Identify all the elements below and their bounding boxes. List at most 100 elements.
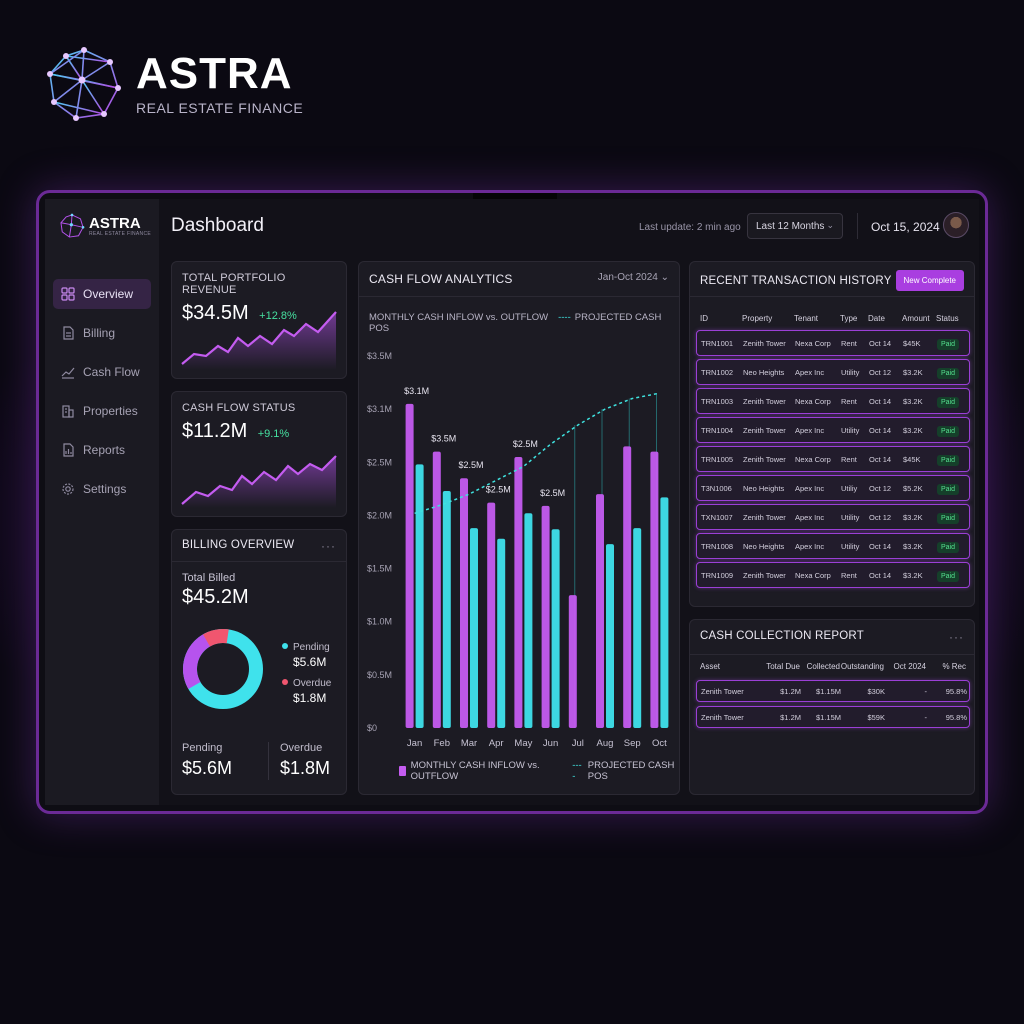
cell-tenant: Nexa Corp [795,338,831,348]
sidebar-item-billing[interactable]: Billing [53,318,151,348]
brand-name: ASTRA [136,49,293,98]
table-row[interactable]: TRN1003 Zenith Tower Nexa Corp Rent Oct 14 $3… [696,388,970,414]
cash-flow-sparkline [181,455,337,508]
cell-type: Utiliy [841,483,858,493]
bar-inflow [460,478,468,728]
dashed-line-icon: ---- [572,760,582,782]
cell-amount: $3.2K [903,512,923,522]
cash-flow-range-select[interactable]: Jan-Oct 2024 ⌄ [598,272,669,286]
overdue-footer-value: $1.8M [280,758,331,778]
kpi-card-cash-flow-status: CASH FLOW STATUS $11.2M +9.1% [171,391,347,517]
x-tick-label: Apr [489,738,504,749]
cell-status: Paid [937,512,967,524]
table-row[interactable]: TRN1005 Zenith Tower Nexa Corp Rent Oct 14 $4… [696,446,970,472]
cash-flow-header: CASH FLOW ANALYTICS Jan-Oct 2024 ⌄ [369,272,669,286]
cell-tenant: Apex Inc [795,367,825,377]
dashed-line-icon: ---- [558,312,571,323]
legend-pending-label: Pending [293,642,330,653]
cell-collected: $1.15M [815,712,841,722]
table-row[interactable]: TRN1009 Zenith Tower Nexa Corp Rent Oct 14 $3… [696,562,970,588]
date-range-value: Last 12 Months [756,220,825,232]
pending-footer-label: Pending [182,742,223,754]
date-range-select[interactable]: Last 12 Months ⌄ [747,213,843,239]
table-row[interactable]: TRN1004 Zenith Tower Apex Inc Utility Oct 14… [696,417,970,443]
x-tick-label: Sep [624,738,641,749]
footer-divider [268,742,269,780]
cell-status: Paid [937,570,967,582]
cell-id: TRN1009 [701,570,734,580]
cell-type: Utility [841,512,860,522]
bar-outflow [551,529,560,728]
more-options-icon[interactable]: ··· [321,539,336,553]
column-header-tenant[interactable]: Tenant [794,314,840,323]
cell-oct-2024: - [924,712,928,722]
legend-bar-swatch [399,766,406,776]
table-row[interactable]: TRN1002 Neo Heights Apex Inc Utility Oct 12 $… [696,359,970,385]
cell-date: Oct 14 [869,570,892,580]
column-header-id[interactable]: ID [700,314,742,323]
column-header-total-due[interactable]: Total Due [764,662,800,671]
overdue-footer-label: Overdue [280,742,323,754]
column-header-property[interactable]: Property [742,314,794,323]
table-row[interactable]: TXN1007 Zenith Tower Apex Inc Utility Oct 12… [696,504,970,530]
collection-table: Zenith Tower $1.2M $1.15M $30K -95.8% Zenith … [696,680,970,732]
bar-outflow [660,497,669,728]
status-badge: Paid [937,338,960,350]
bar-inflow [596,494,604,728]
cell-tenant: Nexa Corp [795,570,831,580]
bar-outflow [442,490,451,728]
sidebar-brand[interactable]: ASTRA REAL ESTATE FINANCE [45,199,159,239]
new-complete-button[interactable]: New Complete [895,270,964,291]
status-badge: Paid [937,454,960,466]
x-tick-label: Feb [434,738,450,749]
y-tick-label: $2.0M [367,510,392,520]
cell-type: Utility [841,425,860,435]
column-header-asset[interactable]: Asset [700,662,764,671]
collection-title: CASH COLLECTION REPORT [700,630,864,642]
table-row[interactable]: TRN1008 Neo Heights Apex Inc Utility Oct 14 $… [696,533,970,559]
table-row[interactable]: TRN1001 Zenith Tower Nexa Corp Rent Oct 14 $4… [696,330,970,356]
cell-status: Paid [937,454,967,466]
collection-header: CASH COLLECTION REPORT ··· [700,630,964,644]
y-tick-label: $0 [367,723,377,733]
cell-amount: $3.2K [903,570,923,580]
sidebar-item-reports[interactable]: Reports [53,435,151,465]
total-billed-value: $45.2M [182,586,249,608]
column-header-type[interactable]: Type [840,314,868,323]
cell-status: Paid [937,483,967,495]
column-header-oct-2024[interactable]: Oct 2024 [884,662,926,671]
cell-tenant: Apex Inc [795,425,825,435]
column-header-date[interactable]: Date [868,314,902,323]
cell-amount: $3.2K [903,425,923,435]
cell-date: Oct 14 [869,541,892,551]
cell-status: Paid [937,425,967,437]
cell-status: Paid [937,396,967,408]
network-globe-logo-icon [47,47,121,121]
bar-outflow [497,538,506,728]
status-badge: Paid [937,425,960,437]
sidebar-item-settings[interactable]: Settings [53,474,151,504]
sidebar-item-overview[interactable]: Overview [53,279,151,309]
table-row[interactable]: T3N1006 Neo Heights Apex Inc Utiliy Oct 12 $5… [696,475,970,501]
column-header-pct-rec[interactable]: % Rec [926,662,966,671]
column-header-amount[interactable]: Amount [902,314,936,323]
card-divider [690,654,974,655]
x-tick-label: Mar [461,738,477,749]
table-row[interactable]: Zenith Tower $1.2M $1.15M $59K - 95.8% [696,706,970,728]
column-header-status[interactable]: Status [936,314,966,323]
y-tick-label: $3.5M [367,351,392,361]
column-header-outstanding[interactable]: Outstanding [840,662,884,671]
kpi-card-portfolio-revenue: TOTAL PORTFOLIO REVENUE $34.5M +12.8% [171,261,347,379]
sidebar-item-properties[interactable]: Properties [53,396,151,426]
status-badge: Paid [937,396,960,408]
cell-property: Zenith Tower [743,512,786,522]
cell-status: Paid [937,338,967,350]
cell-date: Oct 14 [869,396,892,406]
sidebar-item-cash-flow[interactable]: Cash Flow [53,357,151,387]
column-header-collected[interactable]: Collected [800,662,840,671]
grid-icon [61,287,75,301]
table-row[interactable]: Zenith Tower $1.2M $1.15M $30K - 95.8% [696,680,970,702]
avatar[interactable] [943,212,969,238]
more-options-icon[interactable]: ··· [949,630,964,644]
status-badge: Paid [937,367,960,379]
